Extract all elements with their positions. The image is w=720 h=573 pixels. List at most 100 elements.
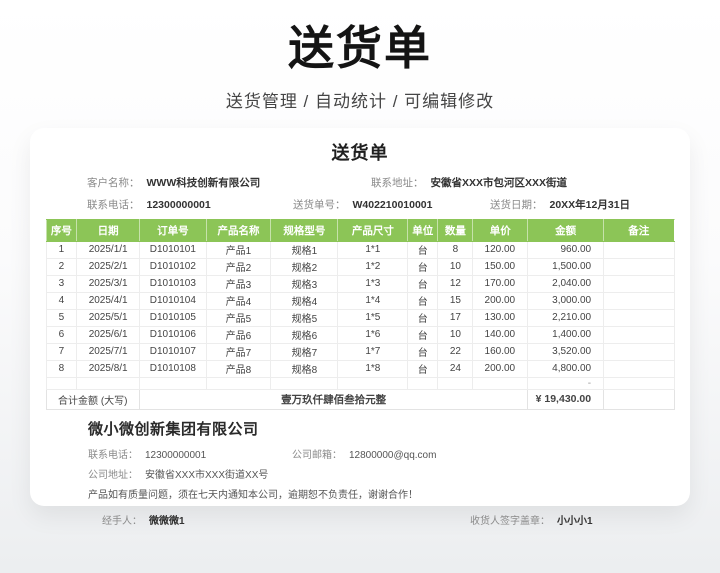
table-cell: 产品5 [206,309,271,326]
table-cell [46,377,77,389]
table-cell: 台 [408,309,438,326]
table-cell: 3,520.00 [528,343,604,360]
table-cell: 2025/4/1 [77,292,140,309]
table-row: 52025/5/1D1010105产品5规格51*5台17130.002,210… [46,309,674,326]
total-remark-cell [604,389,674,409]
delivery-number-label: 送货单号： [293,199,346,211]
delivery-note-card: 送货单 客户名称：WWW科技创新有限公司 联系地址：安徽省XXX市包河区XXX街… [30,128,690,506]
table-row: 22025/2/1D1010102产品2规格21*2台10150.001,500… [46,258,674,275]
table-cell: 产品2 [206,258,271,275]
column-header-5: 规格型号 [271,219,338,241]
table-cell: 台 [408,275,438,292]
table-cell [206,377,271,389]
table-cell: 120.00 [473,241,528,258]
handler-field: 经手人：微微微1 [102,512,185,527]
table-cell: D1010106 [140,326,207,343]
table-cell: 1*6 [338,326,408,343]
table-cell: 1 [46,241,77,258]
table-cell: 台 [408,241,438,258]
column-header-1: 序号 [46,219,77,241]
signature-row: 经手人：微微微1 收货人签字盖章： 小小小1 [88,512,632,526]
company-email-label: 公司邮箱： [292,450,342,461]
company-phone-value: 12300000001 [145,450,206,461]
table-header-row: 序号日期订单号产品名称规格型号产品尺寸单位数量单价金额备注 [46,219,674,241]
delivery-date-value: 20XX年12月31日 [550,199,631,211]
receiver-signature-label: 收货人签字盖章： [470,516,550,527]
table-cell [604,241,674,258]
table-cell [604,360,674,377]
column-header-8: 数量 [438,219,473,241]
table-cell: D1010108 [140,360,207,377]
company-footer-section: 微小微创新集团有限公司 联系电话： 12300000001 公司邮箱：128000… [30,410,690,526]
company-name: 微小微创新集团有限公司 [88,418,632,439]
table-cell [604,258,674,275]
table-cell: 规格2 [271,258,338,275]
table-cell: 规格7 [271,343,338,360]
table-cell [604,326,674,343]
info-row-2: 联系电话：12300000001 送货单号：W402210010001 送货日期… [30,194,690,216]
table-cell: 7 [46,343,77,360]
delivery-items-table: 序号日期订单号产品名称规格型号产品尺寸单位数量单价金额备注 12025/1/1D… [46,219,675,410]
table-cell [604,292,674,309]
table-cell: 140.00 [473,326,528,343]
table-cell: 台 [408,360,438,377]
table-cell [604,377,674,389]
receiver-signature-field: 收货人签字盖章： 小小小1 [470,512,593,527]
column-header-3: 订单号 [140,219,207,241]
page-title: 送货单 [0,22,720,75]
table-cell: 2025/3/1 [77,275,140,292]
company-phone-field: 联系电话： 12300000001 [88,446,206,461]
table-cell: 规格3 [271,275,338,292]
table-cell: 160.00 [473,343,528,360]
quality-notice: 产品如有质量问题，须在七天内通知本公司，逾期恕不负责任，谢谢合作！ [88,486,632,501]
handler-value: 微微微1 [149,516,185,527]
table-cell [338,377,408,389]
receiver-signature-value: 小小小1 [557,516,593,527]
table-cell: 2025/5/1 [77,309,140,326]
table-cell [271,377,338,389]
table-cell: 1,400.00 [528,326,604,343]
table-cell: 12 [438,275,473,292]
hero-section: 送货单 送货管理 / 自动统计 / 可编辑修改 [0,22,720,112]
table-cell: 1*1 [338,241,408,258]
footer-address-line: 公司地址：安徽省XXX市XXX街道XX号 [88,466,632,479]
table-row: 42025/4/1D1010104产品4规格41*4台15200.003,000… [46,292,674,309]
table-cell [604,343,674,360]
table-cell [140,377,207,389]
table-cell: 2 [46,258,77,275]
table-cell: 2,040.00 [528,275,604,292]
page-subtitle: 送货管理 / 自动统计 / 可编辑修改 [0,87,720,112]
table-body: 12025/1/1D1010101产品1规格11*1台8120.00960.00… [46,241,674,389]
info-row-1: 客户名称：WWW科技创新有限公司 联系地址：安徽省XXX市包河区XXX街道 [30,172,690,194]
company-address-value: 安徽省XXX市XXX街道XX号 [145,470,268,481]
card-title: 送货单 [30,128,690,165]
table-cell: - [528,377,604,389]
table-cell: 1*5 [338,309,408,326]
column-header-2: 日期 [77,219,140,241]
footer-contact-line: 联系电话： 12300000001 公司邮箱：12800000@qq.com [88,446,632,459]
total-amount-label: 合计金额 (大写) [46,389,140,409]
table-cell [408,377,438,389]
company-phone-label: 联系电话： [88,450,138,461]
table-cell: 2025/1/1 [77,241,140,258]
total-amount-in-words: 壹万玖仟肆佰叁拾元整 [140,389,528,409]
table-cell: D1010101 [140,241,207,258]
table-cell: D1010102 [140,258,207,275]
table-cell: 6 [46,326,77,343]
total-amount-value: ¥ 19,430.00 [528,389,604,409]
table-cell: D1010107 [140,343,207,360]
table-cell [604,275,674,292]
delivery-date-label: 送货日期： [490,199,543,211]
empty-table-row: - [46,377,674,389]
table-cell: 3,000.00 [528,292,604,309]
company-email-field: 公司邮箱：12800000@qq.com [292,446,436,461]
table-row: 82025/8/1D1010108产品8规格81*8台24200.004,800… [46,360,674,377]
table-cell: D1010105 [140,309,207,326]
column-header-9: 单价 [473,219,528,241]
column-header-10: 金额 [528,219,604,241]
total-row: 合计金额 (大写) 壹万玖仟肆佰叁拾元整 ¥ 19,430.00 [46,389,674,409]
column-header-11: 备注 [604,219,674,241]
table-cell: 2025/7/1 [77,343,140,360]
table-cell: 台 [408,326,438,343]
table-cell: 产品8 [206,360,271,377]
